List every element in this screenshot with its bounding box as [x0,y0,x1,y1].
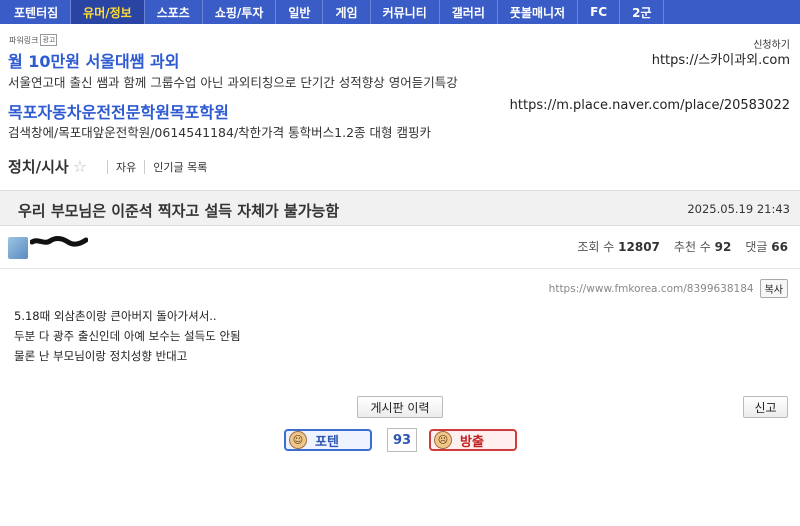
ad2-description[interactable]: 검색창에/목포대앞운전학원/0614541184/착한가격 통학버스1.2종 대… [8,122,431,141]
post-body: 5.18때 외삼촌이랑 큰아버지 돌아가셔서.. 두분 다 광주 출신인데 아예… [14,306,241,366]
ad1-description[interactable]: 서울연고대 출신 쌤과 함께 그룹수업 아닌 과외티칭으로 단기간 성적향상 영… [8,72,458,91]
divider [144,159,146,174]
nav-item-sports[interactable]: 스포츠 [145,0,203,24]
powerlink-text: 파워링크 [9,35,39,45]
board-title[interactable]: 정치/시사 [8,156,69,177]
nav-item-poten[interactable]: 포텐터짐 [2,0,72,24]
author-name-redacted[interactable] [30,235,88,249]
ad1-title-link[interactable]: 월 10만원 서울대쌤 과외 [8,48,179,72]
nav-item-game[interactable]: 게임 [323,0,371,24]
board-link-popular[interactable]: 인기글 목록 [153,159,207,175]
post-stats: 조회 수 12807 추천 수 92 댓글 66 [577,238,788,255]
avatar[interactable] [8,237,28,259]
divider [107,159,109,174]
recommend-count: 92 [714,240,732,254]
report-button[interactable]: 신고 [743,396,788,418]
post-url[interactable]: https://www.fmkorea.com/8399638184 [549,283,754,295]
nav-item-fc[interactable]: FC [578,0,621,24]
nav-item-humor-info[interactable]: 유머/정보 [71,0,145,24]
vote-up-button[interactable]: ☺ 포텐 [284,429,372,451]
nav-item-community[interactable]: 커뮤니티 [371,0,440,24]
thumbs-face-icon: ☺ [289,431,307,449]
author-row: 조회 수 12807 추천 수 92 댓글 66 [0,227,800,269]
vote-up-label: 포텐 [315,434,339,450]
top-nav: 포텐터짐 유머/정보 스포츠 쇼핑/투자 일반 게임 커뮤니티 갤러리 풋볼매니… [0,0,800,24]
recommend-stat: 추천 수 92 [673,240,732,254]
nav-item-2nd[interactable]: 2군 [620,0,665,24]
copy-url-button[interactable]: 복사 [759,279,788,298]
comments-count: 66 [771,240,788,254]
vote-count: 93 [387,428,417,452]
powerlink-label: 파워링크 광고 [9,34,58,46]
nav-item-shopping[interactable]: 쇼핑/투자 [203,0,277,24]
post-title-bar: 우리 부모님은 이준석 찍자고 설득 자체가 불가능함 2025.05.19 2… [0,190,800,226]
star-outline-icon[interactable]: ☆ [73,157,87,176]
ad2-title-link[interactable]: 목포자동차운전전문학원목포학원 [8,99,229,123]
board-header: 정치/시사 ☆ 자유 인기글 목록 [8,156,207,177]
views-stat: 조회 수 12807 [577,240,660,254]
nav-item-gallery[interactable]: 갤러리 [440,0,498,24]
post-body-line: 두분 다 광주 출신인데 아예 보수는 설득도 안됨 [14,329,241,343]
post-body-line: 5.18때 외삼촌이랑 큰아버지 돌아가셔서.. [14,309,217,323]
post-body-line: 물론 난 부모님이랑 정치성향 반대고 [14,349,188,363]
board-history-button[interactable]: 게시판 이력 [357,396,443,418]
sad-face-icon: ☹ [434,431,452,449]
post-title: 우리 부모님은 이준석 찍자고 설득 자체가 불가능함 [18,202,340,220]
vote-down-label: 방출 [460,434,484,450]
ad2-url[interactable]: https://m.place.naver.com/place/20583022 [510,98,790,113]
ad1-url[interactable]: https://스카이과외.com [652,49,790,68]
ad-badge: 광고 [40,34,58,46]
views-count: 12807 [618,240,660,254]
comments-stat[interactable]: 댓글 66 [745,238,788,255]
board-link-free[interactable]: 자유 [116,159,136,175]
post-date: 2025.05.19 21:43 [687,202,790,216]
vote-down-button[interactable]: ☹ 방출 [429,429,517,451]
nav-item-general[interactable]: 일반 [276,0,324,24]
nav-item-football-manager[interactable]: 풋볼매니저 [498,0,579,24]
post-url-row: https://www.fmkorea.com/8399638184 복사 [549,279,788,298]
